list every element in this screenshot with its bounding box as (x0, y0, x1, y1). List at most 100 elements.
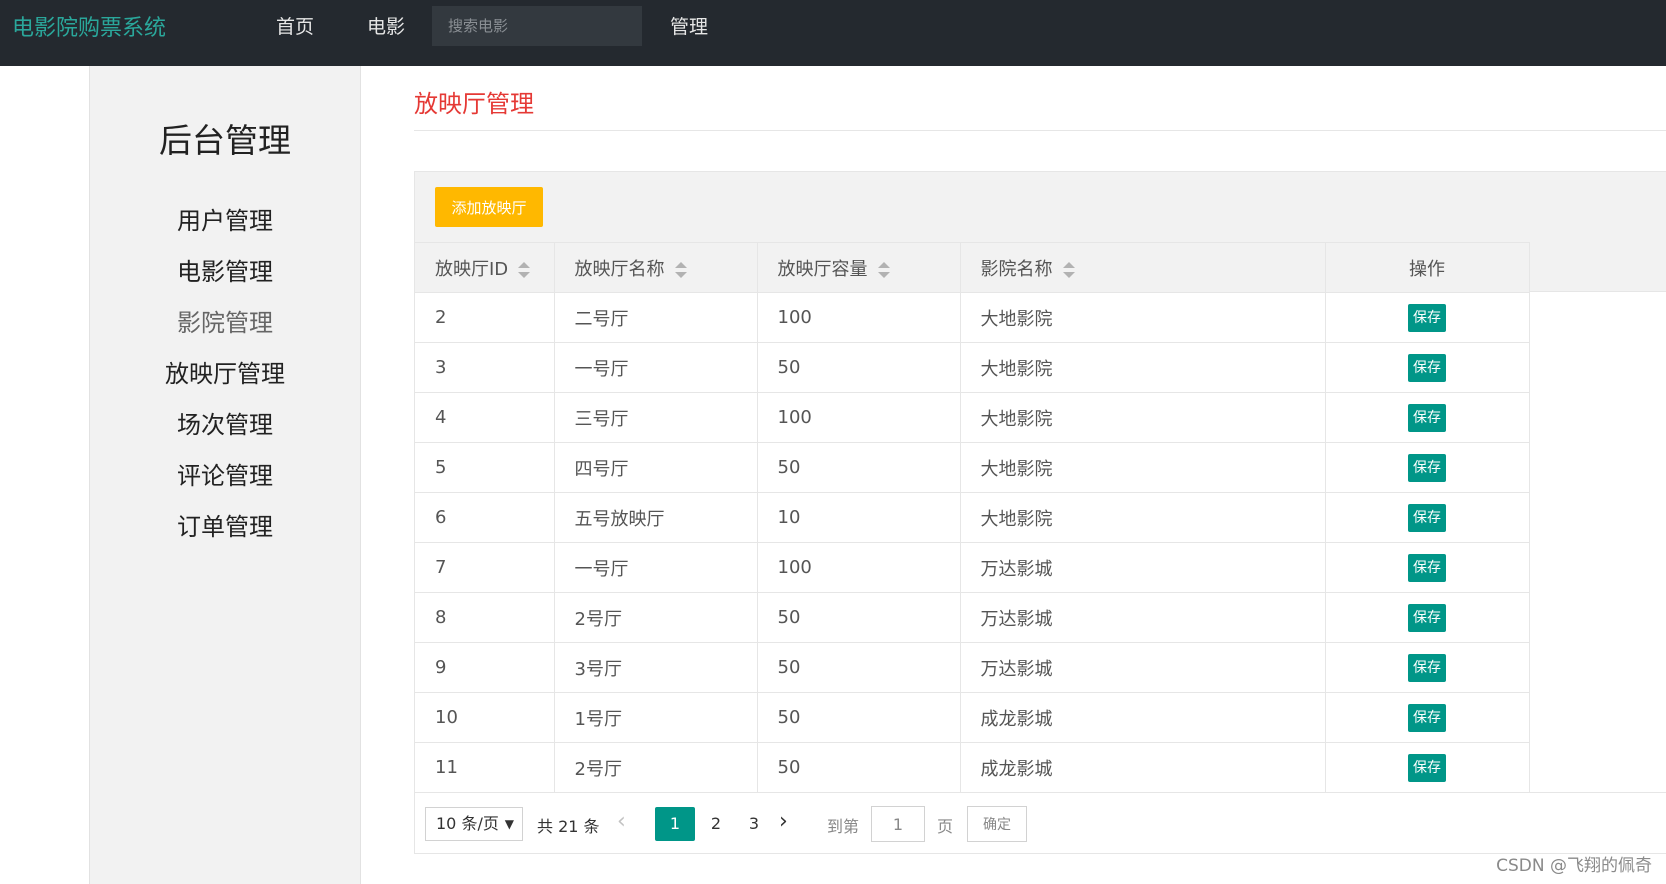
goto-page-input[interactable] (871, 806, 925, 842)
sort-icon[interactable] (674, 261, 687, 279)
column-header-actions: 操作 (1324, 242, 1530, 293)
nav-admin[interactable]: 管理 (670, 12, 708, 39)
save-button[interactable]: 保存 (1408, 603, 1446, 632)
table-row: 10 1号厅 50 成龙影城 保存 (415, 692, 1530, 743)
title-divider (414, 130, 1666, 131)
top-navbar: 电影院购票系统 首页 电影 管理 (0, 0, 1666, 66)
sidebar-title: 后台管理 (159, 121, 291, 160)
cell-capacity: 50 (756, 592, 961, 643)
save-button[interactable]: 保存 (1408, 503, 1446, 532)
cell-capacity: 50 (756, 342, 961, 393)
sidebar-item-comments[interactable]: 评论管理 (90, 456, 360, 491)
cell-actions: 保存 (1324, 642, 1530, 693)
cell-capacity: 10 (756, 492, 961, 543)
save-button[interactable]: 保存 (1408, 403, 1446, 432)
watermark: CSDN @飞翔的佩奇 (1496, 856, 1652, 876)
chevron-left-icon[interactable]: ‹ (617, 809, 626, 835)
table-row: 11 2号厅 50 成龙影城 保存 (415, 742, 1530, 793)
cell-actions: 保存 (1324, 542, 1530, 593)
table-row: 7 一号厅 100 万达影城 保存 (415, 542, 1530, 593)
cell-id: 9 (415, 642, 555, 693)
total-count: 共 21 条 (537, 817, 600, 836)
cell-name: 一号厅 (553, 542, 758, 593)
sidebar-item-halls[interactable]: 放映厅管理 (90, 354, 360, 389)
cell-cinema: 大地影院 (959, 492, 1326, 543)
table-row: 9 3号厅 50 万达影城 保存 (415, 642, 1530, 693)
chevron-right-icon[interactable]: › (779, 809, 788, 835)
nav-movie[interactable]: 电影 (367, 12, 405, 39)
cell-id: 3 (415, 342, 555, 393)
column-header-label: 放映厅名称 (574, 258, 665, 280)
cell-name: 2号厅 (553, 592, 758, 643)
cell-id: 10 (415, 692, 555, 743)
brand-logo[interactable]: 电影院购票系统 (12, 10, 166, 42)
save-button[interactable]: 保存 (1408, 703, 1446, 732)
save-button[interactable]: 保存 (1408, 353, 1446, 382)
sort-icon[interactable] (518, 261, 531, 279)
sidebar-item-users[interactable]: 用户管理 (90, 201, 360, 236)
table-row: 2 二号厅 100 大地影院 保存 (415, 292, 1530, 343)
cell-cinema: 大地影院 (959, 442, 1326, 493)
sidebar-item-sessions[interactable]: 场次管理 (90, 405, 360, 440)
cell-capacity: 50 (756, 692, 961, 743)
cell-cinema: 成龙影城 (959, 742, 1326, 793)
sidebar-item-orders[interactable]: 订单管理 (90, 507, 360, 542)
page-number-3[interactable]: 3 (737, 807, 771, 841)
cell-cinema: 成龙影城 (959, 692, 1326, 743)
add-hall-button[interactable]: 添加放映厅 (435, 187, 543, 227)
cell-id: 5 (415, 442, 555, 493)
cell-id: 8 (415, 592, 555, 643)
save-button[interactable]: 保存 (1408, 653, 1446, 682)
cell-cinema: 万达影城 (959, 592, 1326, 643)
pagination: 10 条/页 ▼ 共 21 条 ‹ 1 2 3 › 到第 页 确定 (415, 792, 1666, 855)
hall-table: 放映厅ID 放映厅名称 放映厅容量 影院名称 操作 2 二号厅 100 大地影院… (415, 242, 1530, 793)
column-header-cinema[interactable]: 影院名称 (959, 242, 1326, 293)
table-header-row: 放映厅ID 放映厅名称 放映厅容量 影院名称 操作 (415, 242, 1530, 293)
caret-down-icon: ▼ (504, 817, 514, 831)
page-number-1[interactable]: 1 (655, 807, 695, 841)
column-header-id[interactable]: 放映厅ID (415, 242, 555, 293)
page-number-2[interactable]: 2 (699, 807, 733, 841)
cell-name: 五号放映厅 (553, 492, 758, 543)
column-header-capacity[interactable]: 放映厅容量 (756, 242, 961, 293)
cell-cinema: 大地影院 (959, 292, 1326, 343)
cell-id: 4 (415, 392, 555, 443)
sort-icon[interactable] (1062, 261, 1075, 279)
cell-actions: 保存 (1324, 592, 1530, 643)
cell-capacity: 50 (756, 742, 961, 793)
table-header-filler (1529, 242, 1666, 292)
cell-capacity: 50 (756, 642, 961, 693)
cell-capacity: 100 (756, 292, 961, 343)
table-toolbar: 添加放映厅 (415, 172, 1666, 242)
page-size-select[interactable]: 10 条/页 ▼ (425, 807, 523, 841)
cell-cinema: 万达影城 (959, 542, 1326, 593)
save-button[interactable]: 保存 (1408, 753, 1446, 782)
goto-prefix: 到第 (827, 817, 860, 836)
column-header-name[interactable]: 放映厅名称 (553, 242, 758, 293)
cell-capacity: 50 (756, 442, 961, 493)
cell-name: 三号厅 (553, 392, 758, 443)
cell-name: 四号厅 (553, 442, 758, 493)
cell-cinema: 大地影院 (959, 392, 1326, 443)
table-row: 3 一号厅 50 大地影院 保存 (415, 342, 1530, 393)
cell-actions: 保存 (1324, 442, 1530, 493)
sort-icon[interactable] (877, 261, 890, 279)
cell-actions: 保存 (1324, 292, 1530, 343)
nav-home[interactable]: 首页 (276, 12, 314, 39)
cell-actions: 保存 (1324, 392, 1530, 443)
sidebar-item-movies[interactable]: 电影管理 (90, 252, 360, 287)
cell-name: 2号厅 (553, 742, 758, 793)
save-button[interactable]: 保存 (1408, 553, 1446, 582)
table-row: 8 2号厅 50 万达影城 保存 (415, 592, 1530, 643)
cell-cinema: 万达影城 (959, 642, 1326, 693)
save-button[interactable]: 保存 (1408, 453, 1446, 482)
search-input[interactable] (432, 6, 642, 46)
cell-capacity: 100 (756, 392, 961, 443)
goto-suffix: 页 (937, 817, 954, 836)
save-button[interactable]: 保存 (1408, 303, 1446, 332)
table-row: 5 四号厅 50 大地影院 保存 (415, 442, 1530, 493)
column-header-label: 影院名称 (980, 258, 1053, 280)
goto-confirm-button[interactable]: 确定 (967, 806, 1027, 842)
cell-actions: 保存 (1324, 342, 1530, 393)
sidebar-item-cinemas[interactable]: 影院管理 (90, 303, 360, 338)
